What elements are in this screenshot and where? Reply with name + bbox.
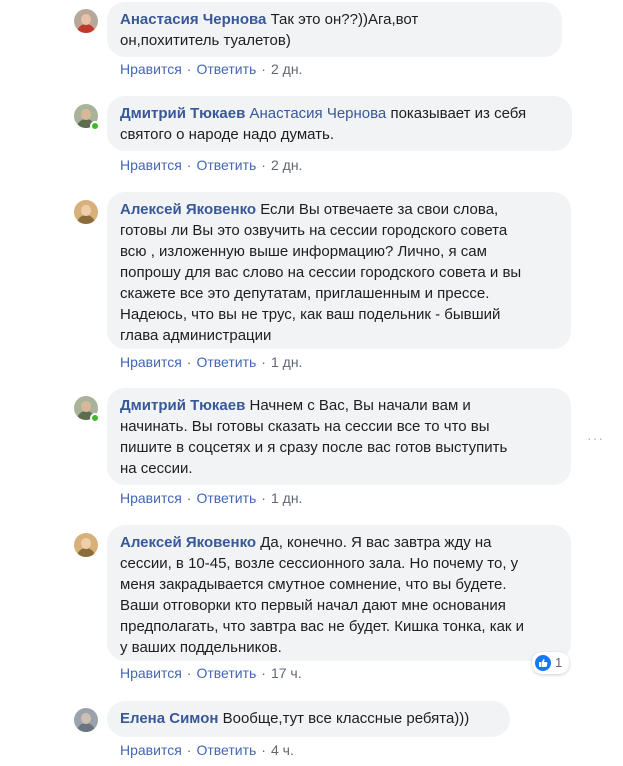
comment-text: показывает из себя: [390, 105, 527, 122]
comment-time[interactable]: 4 ч.: [271, 742, 294, 758]
comment-bubble: Дмитрий Тюкаев Анастасия Чернова показыв…: [107, 96, 572, 151]
like-button[interactable]: Нравится: [120, 490, 182, 506]
comment-text: Надеюсь, что вы не трус, как ваш подельн…: [120, 306, 501, 323]
comment-text: у ваших поддельников.: [120, 639, 282, 656]
reply-button[interactable]: Ответить: [196, 665, 256, 681]
avatar[interactable]: [74, 533, 98, 557]
comment-text: он,похититель туалетов): [120, 32, 291, 49]
comment-bubble: Анастасия Чернова Так это он??))Ага,вот …: [107, 2, 562, 57]
comment-time[interactable]: 2 дн.: [271, 157, 302, 173]
like-button[interactable]: Нравится: [120, 157, 182, 173]
comment-time[interactable]: 17 ч.: [271, 665, 302, 681]
comment-time[interactable]: 2 дн.: [271, 61, 302, 77]
comment-text: готовы ли Вы это озвучить на сессии горо…: [120, 222, 508, 239]
comment-bubble: Дмитрий Тюкаев Начнем с Вас, Вы начали в…: [107, 388, 571, 485]
comment-mention[interactable]: Анастасия Чернова: [249, 105, 386, 122]
avatar[interactable]: [74, 9, 98, 33]
comment-actions: Нравится · Ответить · 4 ч.: [120, 742, 294, 758]
like-reaction-icon: [535, 654, 551, 671]
like-button[interactable]: Нравится: [120, 742, 182, 758]
comment-text: начинать. Вы готовы сказать на сессии вс…: [120, 418, 490, 435]
comment-text: сессии, в 10-45, возле сессионного зала.…: [120, 555, 519, 572]
comment-bubble: Алексей Яковенко Да, конечно. Я вас завт…: [107, 525, 571, 661]
like-button[interactable]: Нравится: [120, 354, 182, 370]
comment-bubble: Елена Симон Вообще,тут все классные ребя…: [107, 701, 510, 737]
comment-actions: Нравится · Ответить · 17 ч.: [120, 665, 302, 681]
reply-button[interactable]: Ответить: [196, 742, 256, 758]
comment-text: Да, конечно. Я вас завтра жду на: [260, 534, 492, 551]
comment-bubble: Алексей Яковенко Если Вы отвечаете за св…: [107, 192, 571, 349]
avatar[interactable]: [74, 708, 98, 732]
comment-text: Ваши отговорки кто первый начал дают мне…: [120, 597, 506, 614]
comment-text: предполагать, что завтра вас не будет. К…: [120, 618, 525, 635]
comment-time[interactable]: 1 дн.: [271, 490, 302, 506]
like-button[interactable]: Нравится: [120, 61, 182, 77]
comment-actions: Нравится · Ответить · 1 дн.: [120, 490, 303, 506]
reply-button[interactable]: Ответить: [196, 157, 256, 173]
like-button[interactable]: Нравится: [120, 665, 182, 681]
comment-author[interactable]: Алексей Яковенко: [120, 534, 256, 551]
comment-text: святого о народе надо думать.: [120, 126, 335, 143]
comment-text: всю , изложенную выше информацию? Лично,…: [120, 243, 487, 260]
comment-actions: Нравится · Ответить · 1 дн.: [120, 354, 303, 370]
comment-text: меня закрадывается смутное сомнение, что…: [120, 576, 507, 593]
comment-text: пишите в соцсетях и я сразу после вас го…: [120, 439, 508, 456]
comment-text: глава администрации: [120, 327, 272, 344]
more-horizontal-icon[interactable]: ···: [587, 430, 604, 446]
comment-time[interactable]: 1 дн.: [271, 354, 302, 370]
comment-text: Начнем с Вас, Вы начали вам и: [249, 397, 471, 414]
comment-text: попрошу для вас слово на сессии городско…: [120, 264, 522, 281]
comment-author[interactable]: Дмитрий Тюкаев: [120, 397, 245, 414]
comment-text: Вообще,тут все классные ребята))): [222, 710, 470, 727]
reply-button[interactable]: Ответить: [196, 61, 256, 77]
online-status-indicator: [90, 413, 100, 423]
comment-author[interactable]: Дмитрий Тюкаев: [120, 105, 245, 122]
comment-actions: Нравится · Ответить · 2 дн.: [120, 61, 303, 77]
comment-actions: Нравится · Ответить · 2 дн.: [120, 157, 303, 173]
reply-button[interactable]: Ответить: [196, 354, 256, 370]
comment-author[interactable]: Анастасия Чернова: [120, 11, 266, 28]
reaction-count-badge[interactable]: 1: [532, 652, 570, 674]
reaction-count: 1: [555, 655, 563, 670]
avatar[interactable]: [74, 200, 98, 224]
comment-author[interactable]: Елена Симон: [120, 710, 218, 727]
comment-text: Если Вы отвечаете за свои слова,: [260, 201, 499, 218]
reply-button[interactable]: Ответить: [196, 490, 256, 506]
comment-text: скажете все это депутатам, приглашенным …: [120, 285, 490, 302]
online-status-indicator: [90, 121, 100, 131]
comment-author[interactable]: Алексей Яковенко: [120, 201, 256, 218]
comment-text: на сессии.: [120, 460, 193, 477]
comment-text: Так это он??))Ага,вот: [270, 11, 419, 28]
